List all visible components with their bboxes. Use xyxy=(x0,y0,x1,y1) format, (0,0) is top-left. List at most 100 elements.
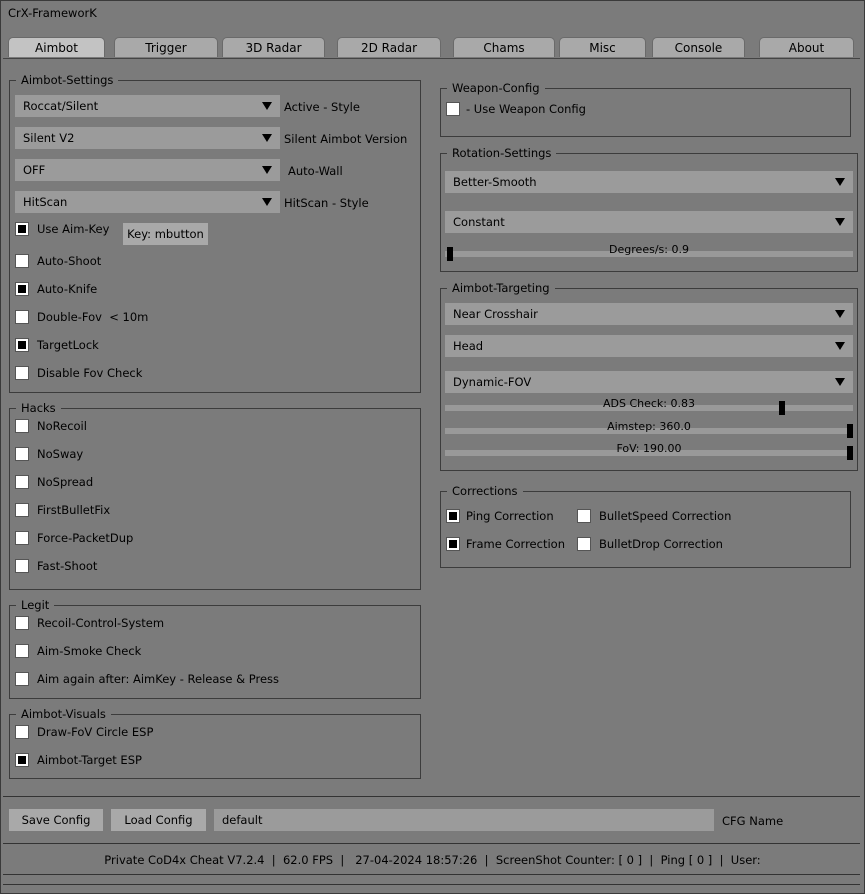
fov-label: FoV: 190.00 xyxy=(616,442,682,455)
target-priority-dropdown[interactable]: Near Crosshair xyxy=(445,303,853,325)
hitscan-value: HitScan xyxy=(23,195,68,209)
use-aim-key-checkbox[interactable] xyxy=(15,222,29,236)
aimstep-thumb[interactable] xyxy=(847,424,853,438)
auto-shoot-label: Auto-Shoot xyxy=(37,254,102,268)
target-bone-value: Head xyxy=(453,339,484,353)
recoil-control-checkbox[interactable] xyxy=(15,616,29,630)
chevron-down-icon xyxy=(835,310,845,318)
fov-mode-dropdown[interactable]: Dynamic-FOV xyxy=(445,371,853,393)
target-lock-checkbox[interactable] xyxy=(15,338,29,352)
silent-version-value: Silent V2 xyxy=(23,131,75,145)
chevron-down-icon xyxy=(835,378,845,386)
hacks-legend: Hacks xyxy=(16,401,61,415)
aim-smoke-check-checkbox[interactable] xyxy=(15,644,29,658)
status-separator-top xyxy=(3,843,860,844)
degrees-slider[interactable]: Degrees/s: 0.9 xyxy=(445,243,853,261)
force-packetdup-label: Force-PacketDup xyxy=(37,531,134,545)
target-bone-dropdown[interactable]: Head xyxy=(445,335,853,357)
tab-console[interactable]: Console xyxy=(652,37,745,57)
rotation-speed-dropdown[interactable]: Constant xyxy=(445,211,853,233)
aimbot-target-esp-checkbox[interactable] xyxy=(15,753,29,767)
weapon-config-legend: Weapon-Config xyxy=(447,81,545,95)
aim-again-label: Aim again after: AimKey - Release & Pres… xyxy=(37,672,280,686)
bulletdrop-correction-checkbox[interactable] xyxy=(577,537,591,551)
bulletspeed-correction-checkbox[interactable] xyxy=(577,509,591,523)
auto-knife-checkbox[interactable] xyxy=(15,282,29,296)
fov-thumb[interactable] xyxy=(847,446,853,460)
force-packetdup-checkbox[interactable] xyxy=(15,531,29,545)
legit-legend: Legit xyxy=(16,598,55,612)
chevron-down-icon xyxy=(262,198,272,206)
aimbot-target-esp-label: Aimbot-Target ESP xyxy=(37,753,142,767)
rotation-settings-legend: Rotation-Settings xyxy=(447,146,557,160)
auto-wall-label: Auto-Wall xyxy=(288,164,343,178)
auto-shoot-checkbox[interactable] xyxy=(15,254,29,268)
window-title: CrX-FrameworK xyxy=(8,6,97,20)
ping-correction-label: Ping Correction xyxy=(466,509,554,523)
double-fov-label: Double-Fov < 10m xyxy=(37,310,149,324)
load-config-button[interactable]: Load Config xyxy=(111,809,206,831)
nosway-checkbox[interactable] xyxy=(15,447,29,461)
chevron-down-icon xyxy=(835,218,845,226)
auto-wall-value: OFF xyxy=(23,163,46,177)
fast-shoot-checkbox[interactable] xyxy=(15,559,29,573)
rotation-mode-dropdown[interactable]: Better-Smooth xyxy=(445,171,853,193)
bulletspeed-correction-label: BulletSpeed Correction xyxy=(599,509,732,523)
bulletdrop-correction-label: BulletDrop Correction xyxy=(599,537,723,551)
nospread-checkbox[interactable] xyxy=(15,475,29,489)
firstbulletfix-checkbox[interactable] xyxy=(15,503,29,517)
nosway-label: NoSway xyxy=(37,447,84,461)
active-style-dropdown[interactable]: Roccat/Silent xyxy=(15,95,280,117)
ads-check-label: ADS Check: 0.83 xyxy=(602,397,695,410)
tab-trigger[interactable]: Trigger xyxy=(114,37,218,57)
auto-wall-dropdown[interactable]: OFF xyxy=(15,159,280,181)
degrees-slider-label: Degrees/s: 0.9 xyxy=(609,243,689,256)
tab-chams[interactable]: Chams xyxy=(453,37,555,57)
save-config-button[interactable]: Save Config xyxy=(9,809,103,831)
status-separator-bottom xyxy=(3,874,860,875)
silent-version-dropdown[interactable]: Silent V2 xyxy=(15,127,280,149)
double-fov-checkbox[interactable] xyxy=(15,310,29,324)
use-weapon-config-checkbox[interactable] xyxy=(446,102,460,116)
recoil-control-label: Recoil-Control-System xyxy=(37,616,165,630)
status-separator-bottom-2 xyxy=(3,884,860,885)
disable-fov-check-checkbox[interactable] xyxy=(15,366,29,380)
footer-separator xyxy=(3,796,860,797)
ads-check-thumb[interactable] xyxy=(779,401,785,415)
use-weapon-config-label: - Use Weapon Config xyxy=(466,102,586,116)
status-bar: Private CoD4x Cheat V7.2.4 | 62.0 FPS | … xyxy=(104,853,761,867)
hitscan-dropdown[interactable]: HitScan xyxy=(15,191,280,213)
draw-fov-circle-checkbox[interactable] xyxy=(15,725,29,739)
target-lock-label: TargetLock xyxy=(37,338,99,352)
cfg-name-input[interactable]: default xyxy=(214,809,714,831)
active-style-label: Active - Style xyxy=(284,100,360,114)
tab-2d-radar[interactable]: 2D Radar xyxy=(337,37,441,57)
chevron-down-icon xyxy=(262,102,272,110)
auto-knife-label: Auto-Knife xyxy=(37,282,98,296)
fov-slider[interactable]: FoV: 190.00 xyxy=(445,442,853,460)
tab-3d-radar[interactable]: 3D Radar xyxy=(222,37,325,57)
ads-check-slider[interactable]: ADS Check: 0.83 xyxy=(445,397,853,415)
aimstep-slider[interactable]: Aimstep: 360.0 xyxy=(445,420,853,438)
aimbot-targeting-legend: Aimbot-Targeting xyxy=(447,281,555,295)
frame-correction-checkbox[interactable] xyxy=(446,537,460,551)
tab-about[interactable]: About xyxy=(759,37,854,57)
rotation-mode-value: Better-Smooth xyxy=(453,175,537,189)
ping-correction-checkbox[interactable] xyxy=(446,509,460,523)
active-style-value: Roccat/Silent xyxy=(23,99,99,113)
hitscan-label: HitScan - Style xyxy=(284,196,369,210)
aim-key-button[interactable]: Key: mbutton xyxy=(123,223,208,245)
nospread-label: NoSpread xyxy=(37,475,94,489)
norecoil-checkbox[interactable] xyxy=(15,419,29,433)
corrections-group: Corrections xyxy=(440,484,851,568)
firstbulletfix-label: FirstBulletFix xyxy=(37,503,111,517)
tab-misc[interactable]: Misc xyxy=(559,37,646,57)
aim-again-checkbox[interactable] xyxy=(15,672,29,686)
aim-smoke-check-label: Aim-Smoke Check xyxy=(37,644,142,658)
degrees-slider-thumb[interactable] xyxy=(447,247,453,261)
tab-aimbot[interactable]: Aimbot xyxy=(8,37,105,57)
rotation-speed-value: Constant xyxy=(453,215,505,229)
aimbot-visuals-legend: Aimbot-Visuals xyxy=(16,707,111,721)
cfg-name-label: CFG Name xyxy=(722,814,784,828)
disable-fov-check-label: Disable Fov Check xyxy=(37,366,143,380)
